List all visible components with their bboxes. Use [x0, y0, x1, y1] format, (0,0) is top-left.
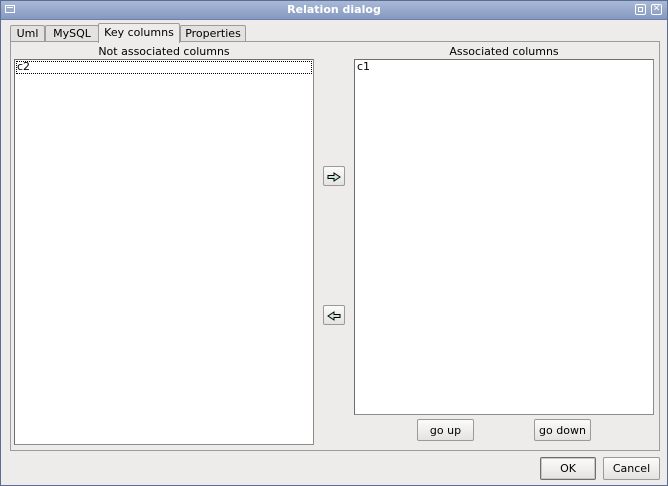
window-title: Relation dialog — [287, 3, 381, 16]
tab-properties[interactable]: Properties — [180, 25, 246, 42]
not-associated-columns-label: Not associated columns — [98, 45, 230, 58]
go-down-button[interactable]: go down — [534, 419, 591, 441]
title-bar[interactable]: Relation dialog ✕ — [1, 1, 667, 20]
associated-columns-list[interactable]: c1 — [354, 59, 654, 415]
maximize-icon[interactable] — [635, 4, 646, 15]
cancel-button[interactable]: Cancel — [603, 457, 660, 480]
tab-uml[interactable]: Uml — [10, 25, 45, 42]
arrow-left-icon — [327, 310, 341, 321]
move-left-button[interactable] — [323, 305, 345, 325]
move-right-button[interactable] — [323, 166, 345, 186]
list-item[interactable]: c2 — [16, 61, 312, 74]
close-icon[interactable]: ✕ — [651, 4, 662, 15]
ok-button[interactable]: OK — [540, 457, 596, 480]
list-item[interactable]: c1 — [356, 61, 652, 74]
relation-dialog-window: Relation dialog ✕ Uml MySQL Key columns … — [0, 0, 668, 486]
not-associated-columns-list[interactable]: c2 — [14, 59, 314, 445]
tab-key-columns[interactable]: Key columns — [98, 23, 180, 43]
associated-columns-label: Associated columns — [449, 45, 559, 58]
go-up-button[interactable]: go up — [417, 419, 474, 441]
arrow-right-icon — [327, 171, 341, 182]
tab-mysql[interactable]: MySQL — [45, 25, 99, 42]
